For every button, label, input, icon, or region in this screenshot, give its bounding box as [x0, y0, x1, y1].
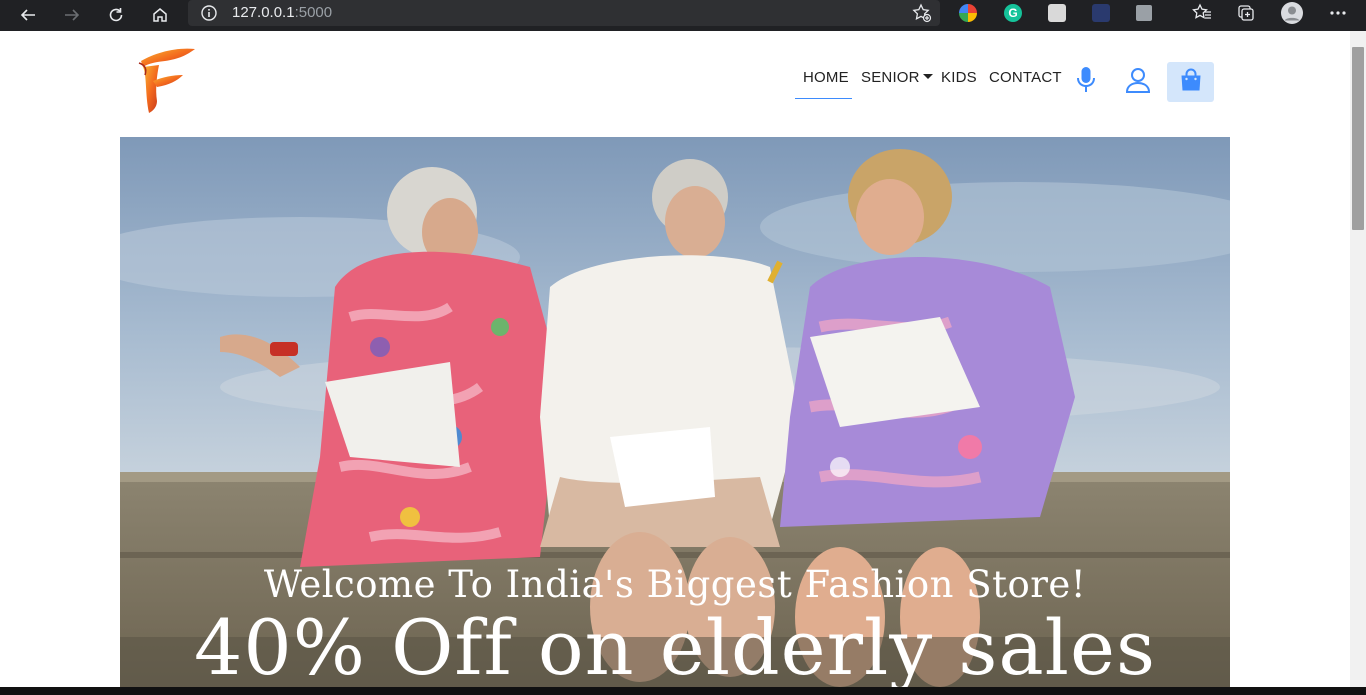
os-taskbar	[0, 687, 1366, 695]
nav-home[interactable]: HOME	[803, 69, 849, 86]
collections-icon[interactable]	[1236, 3, 1256, 28]
favorites-icon[interactable]	[1192, 3, 1212, 28]
caret-down-icon	[922, 74, 933, 80]
vertical-scrollbar[interactable]	[1350, 31, 1366, 687]
hero-offer-text: 40% Off on elderly sales	[194, 603, 1156, 687]
add-favorite-icon[interactable]	[912, 3, 932, 28]
nav-senior-dropdown[interactable]: SENIOR	[861, 69, 933, 86]
forward-icon[interactable]	[59, 2, 85, 28]
nav-kids[interactable]: KIDS	[941, 69, 977, 86]
address-bar[interactable]: 127.0.0.1:5000	[188, 0, 940, 26]
extension-color-icon[interactable]	[959, 4, 977, 22]
hero-banner: Welcome To India's Biggest Fashion Store…	[120, 137, 1230, 687]
url-text: 127.0.0.1:5000	[232, 4, 332, 21]
more-options-icon[interactable]	[1328, 4, 1348, 27]
extension-r-icon[interactable]	[1048, 4, 1066, 22]
microphone-icon[interactable]	[1076, 66, 1096, 94]
back-icon[interactable]	[15, 2, 41, 28]
browser-toolbar: 127.0.0.1:5000 G	[0, 0, 1366, 31]
page-viewport: HOME SENIOR KIDS CONTACT Welcome To Indi…	[0, 31, 1350, 687]
grammarly-icon[interactable]: G	[1004, 4, 1022, 22]
cart-button[interactable]	[1167, 62, 1214, 102]
nav-senior-label: SENIOR	[861, 69, 920, 86]
brand-logo[interactable]	[135, 45, 197, 115]
url-port: :5000	[294, 4, 333, 21]
site-info-icon[interactable]	[200, 4, 218, 27]
extension-dark-icon[interactable]	[1092, 4, 1110, 22]
shopping-bag-icon	[1180, 68, 1202, 97]
hero-welcome-text: Welcome To India's Biggest Fashion Store…	[263, 563, 1087, 606]
scrollbar-thumb[interactable]	[1352, 47, 1364, 230]
refresh-icon[interactable]	[103, 2, 129, 28]
nav-contact[interactable]: CONTACT	[989, 69, 1062, 86]
home-icon[interactable]	[147, 2, 173, 28]
url-host: 127.0.0.1	[232, 4, 295, 21]
nav-home-underline	[795, 98, 852, 99]
user-icon[interactable]	[1125, 67, 1151, 93]
extension-pages-icon[interactable]	[1136, 5, 1152, 21]
profile-avatar-icon[interactable]	[1280, 1, 1304, 30]
